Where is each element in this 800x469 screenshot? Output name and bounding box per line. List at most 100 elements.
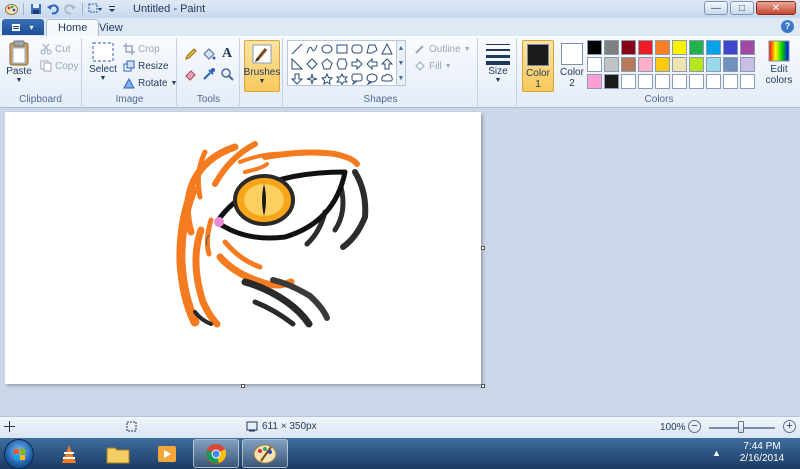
palette-swatch[interactable]: [672, 57, 687, 72]
palette-swatch[interactable]: [740, 40, 755, 55]
start-button[interactable]: [4, 439, 34, 469]
palette-swatch[interactable]: [740, 57, 755, 72]
paste-button[interactable]: Paste ▼: [4, 40, 34, 84]
palette-swatch[interactable]: [604, 74, 619, 89]
resize-handle-bottom[interactable]: [241, 384, 245, 388]
curve-shape-icon[interactable]: [305, 42, 319, 56]
redo-icon[interactable]: [63, 2, 77, 16]
rectangle-shape-icon[interactable]: [335, 42, 349, 56]
text-tool[interactable]: A: [219, 46, 235, 62]
show-hidden-icons-icon[interactable]: ▲: [712, 441, 721, 465]
palette-swatch[interactable]: [638, 57, 653, 72]
palette-swatch[interactable]: [723, 40, 738, 55]
scroll-down-icon[interactable]: ▼: [397, 56, 405, 71]
brushes-button[interactable]: Brushes ▼: [244, 40, 280, 92]
six-point-star-shape-icon[interactable]: [335, 72, 349, 86]
undo-icon[interactable]: [46, 2, 60, 16]
resize-handle-corner[interactable]: [481, 384, 485, 388]
paint-taskbar-button[interactable]: [242, 439, 288, 468]
color1-button[interactable]: Color 1: [522, 40, 554, 92]
clock[interactable]: 7:44 PM 2/16/2014: [730, 441, 794, 465]
palette-swatch[interactable]: [655, 40, 670, 55]
four-point-star-shape-icon[interactable]: [305, 72, 319, 86]
save-icon[interactable]: [29, 2, 43, 16]
palette-swatch[interactable]: [587, 74, 602, 89]
diamond-shape-icon[interactable]: [305, 57, 319, 71]
resize-button[interactable]: Resize: [123, 60, 169, 72]
palette-swatch[interactable]: [621, 40, 636, 55]
select-button[interactable]: Select ▼: [87, 40, 119, 82]
palette-swatch[interactable]: [621, 74, 636, 89]
color-picker-tool[interactable]: [201, 66, 217, 82]
close-button[interactable]: ✕: [756, 1, 796, 15]
palette-swatch[interactable]: [655, 74, 670, 89]
file-explorer-taskbar-button[interactable]: [95, 439, 141, 468]
left-arrow-shape-icon[interactable]: [365, 57, 379, 71]
palette-swatch[interactable]: [655, 57, 670, 72]
maximize-button[interactable]: □: [730, 1, 754, 15]
tab-view[interactable]: View: [88, 19, 134, 36]
media-player-taskbar-button[interactable]: [144, 439, 190, 468]
resize-handle-right[interactable]: [481, 246, 485, 250]
fill-tool[interactable]: [201, 46, 217, 62]
more-shapes-icon[interactable]: ▼: [397, 71, 405, 86]
palette-swatch[interactable]: [723, 74, 738, 89]
polygon-shape-icon[interactable]: [365, 42, 379, 56]
zoom-slider-thumb[interactable]: [738, 421, 744, 433]
palette-swatch[interactable]: [723, 57, 738, 72]
palette-swatch[interactable]: [587, 40, 602, 55]
fill-button[interactable]: Fill ▼: [414, 60, 452, 72]
up-arrow-shape-icon[interactable]: [380, 57, 394, 71]
palette-swatch[interactable]: [672, 74, 687, 89]
palette-swatch[interactable]: [621, 57, 636, 72]
palette-swatch[interactable]: [740, 74, 755, 89]
palette-swatch[interactable]: [638, 74, 653, 89]
palette-swatch[interactable]: [706, 40, 721, 55]
rotate-button[interactable]: Rotate ▼: [123, 77, 177, 89]
crop-button[interactable]: Crop: [123, 43, 160, 55]
palette-swatch[interactable]: [604, 57, 619, 72]
oval-callout-shape-icon[interactable]: [365, 72, 379, 86]
palette-swatch[interactable]: [689, 74, 704, 89]
cut-button[interactable]: Cut: [40, 43, 71, 55]
chrome-taskbar-button[interactable]: [193, 439, 239, 468]
edit-colors-button[interactable]: Edit colors: [762, 40, 796, 86]
cloud-callout-shape-icon[interactable]: [380, 72, 394, 86]
down-arrow-shape-icon[interactable]: [290, 72, 304, 86]
scroll-up-icon[interactable]: ▲: [397, 41, 405, 56]
pencil-tool[interactable]: [183, 46, 199, 62]
copy-button[interactable]: Copy: [40, 60, 78, 72]
palette-swatch[interactable]: [706, 57, 721, 72]
right-arrow-shape-icon[interactable]: [350, 57, 364, 71]
paint-app-icon[interactable]: [4, 2, 18, 16]
triangle-shape-icon[interactable]: [380, 42, 394, 56]
vlc-taskbar-button[interactable]: [46, 439, 92, 468]
zoom-in-button[interactable]: +: [783, 420, 796, 433]
palette-swatch[interactable]: [689, 57, 704, 72]
palette-swatch[interactable]: [689, 40, 704, 55]
eraser-tool[interactable]: [183, 66, 199, 82]
palette-swatch[interactable]: [672, 40, 687, 55]
file-menu-button[interactable]: ▾: [2, 19, 44, 35]
right-triangle-shape-icon[interactable]: [290, 57, 304, 71]
palette-swatch[interactable]: [587, 57, 602, 72]
palette-swatch[interactable]: [706, 74, 721, 89]
line-shape-icon[interactable]: [290, 42, 304, 56]
help-icon[interactable]: ?: [781, 20, 794, 33]
rounded-rectangle-shape-icon[interactable]: [350, 42, 364, 56]
size-button[interactable]: Size ▼: [483, 40, 513, 84]
outline-button[interactable]: Outline ▼: [414, 43, 471, 55]
five-point-star-shape-icon[interactable]: [320, 72, 334, 86]
rounded-callout-shape-icon[interactable]: [350, 72, 364, 86]
palette-swatch[interactable]: [638, 40, 653, 55]
pentagon-shape-icon[interactable]: [320, 57, 334, 71]
hexagon-shape-icon[interactable]: [335, 57, 349, 71]
drawing-canvas[interactable]: [5, 112, 485, 388]
customize-qat-icon[interactable]: [105, 2, 119, 16]
palette-swatch[interactable]: [604, 40, 619, 55]
minimize-button[interactable]: —: [704, 1, 728, 15]
select-dropdown-icon[interactable]: [88, 2, 102, 16]
color2-button[interactable]: Color 2: [556, 40, 588, 92]
magnifier-tool[interactable]: [219, 66, 235, 82]
oval-shape-icon[interactable]: [320, 42, 334, 56]
